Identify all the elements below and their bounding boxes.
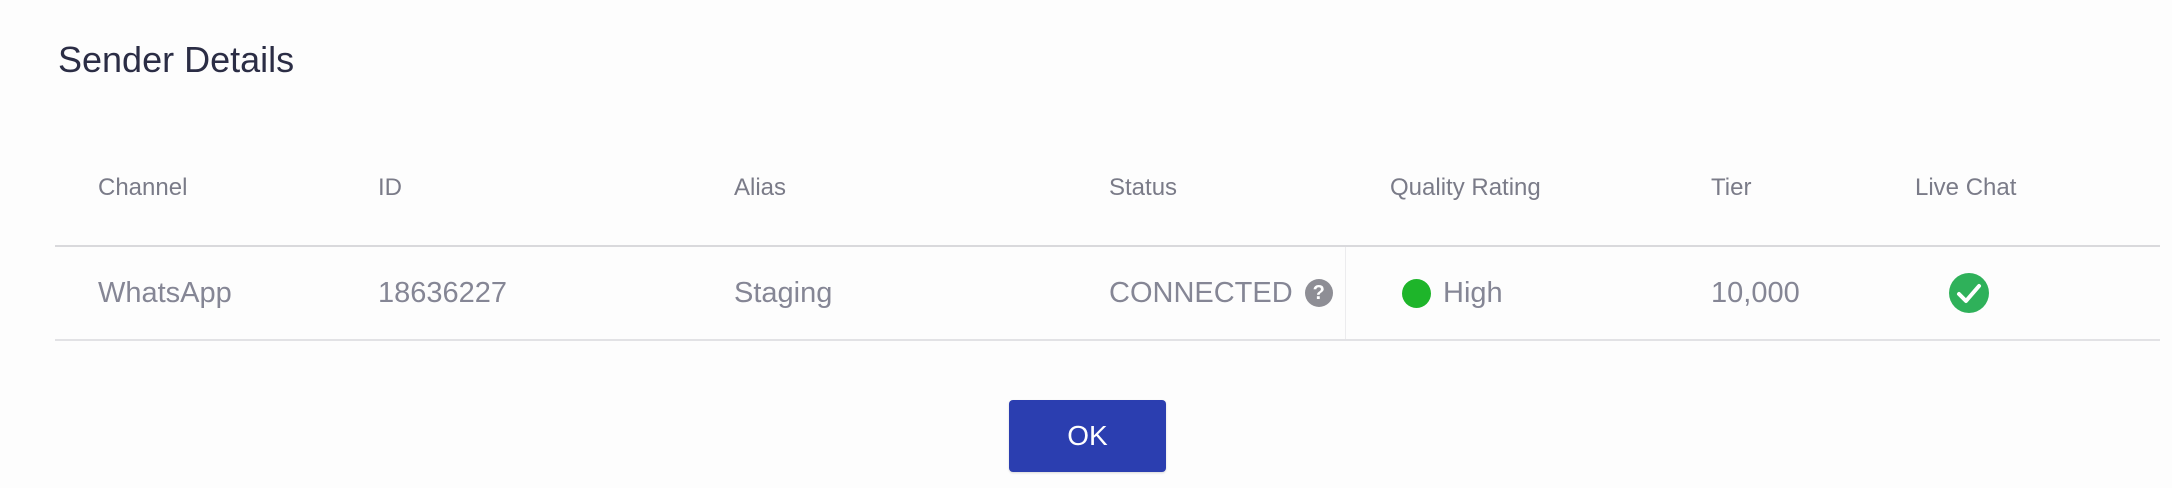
header-id: ID bbox=[378, 174, 402, 201]
ok-button[interactable]: OK bbox=[1009, 400, 1166, 472]
header-tier: Tier bbox=[1711, 174, 1752, 201]
header-channel: Channel bbox=[98, 174, 188, 201]
cell-id: 18636227 bbox=[378, 276, 508, 309]
table-header-row: Channel ID Alias Status Quality Rating T… bbox=[55, 150, 2160, 247]
status-text: CONNECTED bbox=[1109, 276, 1293, 309]
header-status: Status bbox=[1109, 174, 1178, 201]
cell-tier: 10,000 bbox=[1711, 276, 1800, 309]
question-circle-icon[interactable]: ? bbox=[1304, 279, 1333, 307]
quality-indicator-dot bbox=[1402, 278, 1431, 308]
column-divider bbox=[1345, 247, 1346, 339]
table-row: WhatsApp 18636227 Staging CONNECTED ? Hi… bbox=[55, 247, 2160, 341]
cell-live-chat bbox=[1915, 247, 1990, 339]
sender-details-dialog: Sender Details Channel ID Alias Status Q… bbox=[0, 0, 2172, 488]
header-alias: Alias bbox=[734, 174, 787, 201]
cell-alias: Staging bbox=[734, 276, 833, 309]
header-quality-rating: Quality Rating bbox=[1390, 174, 1541, 201]
sender-table: Channel ID Alias Status Quality Rating T… bbox=[55, 150, 2160, 341]
cell-quality-rating: High bbox=[1390, 247, 1503, 339]
cell-status: CONNECTED ? bbox=[1109, 247, 1333, 339]
quality-text: High bbox=[1443, 276, 1503, 309]
dialog-title: Sender Details bbox=[58, 39, 295, 80]
cell-channel: WhatsApp bbox=[98, 276, 232, 309]
check-circle-icon bbox=[1948, 272, 1990, 314]
header-live-chat: Live Chat bbox=[1915, 174, 2017, 201]
